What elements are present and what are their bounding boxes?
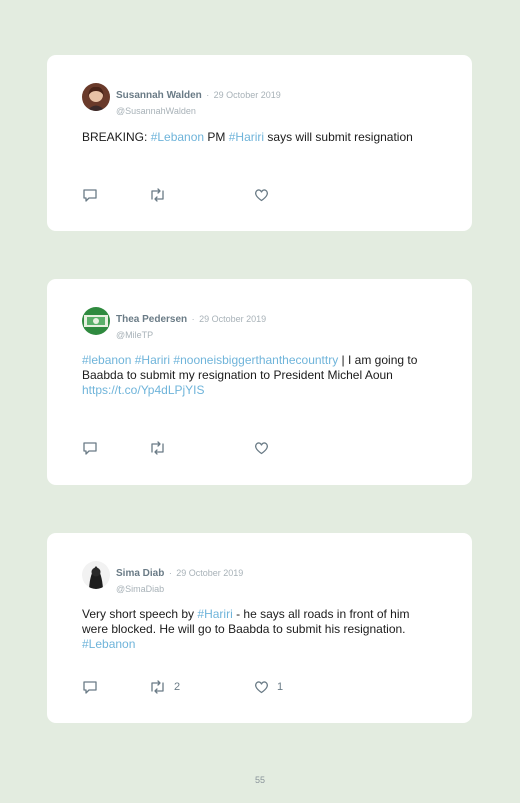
retweet-icon	[151, 188, 164, 202]
retweet-button[interactable]	[149, 441, 174, 455]
separator: ·	[191, 314, 195, 324]
hashtag-link[interactable]: #nooneisbiggerthanthecounttry	[173, 353, 338, 367]
hashtag-link[interactable]: #Hariri	[135, 353, 170, 367]
text-run: Very short speech by	[82, 607, 198, 621]
reply-icon	[83, 442, 97, 455]
retweet-button[interactable]: 2	[149, 680, 180, 694]
retweet-count: 2	[174, 681, 181, 693]
hashtag-link[interactable]: #Hariri	[229, 130, 264, 144]
like-button[interactable]	[254, 188, 277, 202]
like-icon	[255, 681, 268, 694]
like-icon	[255, 189, 268, 202]
reply-icon	[83, 189, 97, 202]
retweet-icon	[151, 441, 164, 455]
like-icon	[255, 442, 268, 455]
separator: ·	[168, 568, 172, 578]
tweet-text: #lebanon #Hariri #nooneisbiggerthantheco…	[82, 353, 432, 398]
avatar[interactable]	[82, 561, 110, 589]
text-run: BREAKING:	[82, 130, 151, 144]
tweet-text: BREAKING: #Lebanon PM #Hariri says will …	[82, 130, 432, 145]
hashtag-link[interactable]: #Lebanon	[151, 130, 204, 144]
reply-button[interactable]	[82, 441, 98, 455]
like-count: 1	[277, 681, 284, 693]
tweet-date: 29 October 2019	[213, 90, 281, 100]
tweet-card-2: Thea Pedersen · 29 October 2019 @MileTP …	[47, 279, 472, 485]
like-button[interactable]	[254, 441, 277, 455]
user-name[interactable]: Sima Diab	[116, 568, 164, 579]
retweet-icon	[151, 680, 164, 694]
tweet-date: 29 October 2019	[199, 314, 267, 324]
user-handle: @SusannahWalden	[116, 106, 196, 116]
reply-icon	[83, 681, 97, 694]
tweet-link[interactable]: https://t.co/Yp4dLPjYIS	[82, 383, 205, 397]
user-handle: @SimaDiab	[116, 584, 165, 594]
separator: ·	[206, 90, 210, 100]
retweet-button[interactable]	[149, 188, 174, 202]
text-run: PM	[204, 130, 229, 144]
hashtag-link[interactable]: #Lebanon	[82, 637, 135, 651]
avatar[interactable]	[82, 307, 110, 335]
user-name[interactable]: Susannah Walden	[116, 90, 202, 101]
tweet-card-1: Susannah Walden · 29 October 2019 @Susan…	[47, 55, 472, 231]
like-button[interactable]: 1	[254, 680, 283, 694]
tweet-text: Very short speech by #Hariri - he says a…	[82, 607, 432, 652]
avatar[interactable]	[82, 83, 110, 111]
user-handle: @MileTP	[116, 330, 154, 340]
tweet-card-3: Sima Diab · 29 October 2019 @SimaDiab Ve…	[47, 533, 472, 723]
reply-button[interactable]	[82, 188, 98, 202]
user-name[interactable]: Thea Pedersen	[116, 314, 187, 325]
text-run: says will submit resignation	[264, 130, 413, 144]
hashtag-link[interactable]: #Hariri	[197, 607, 232, 621]
reply-button[interactable]	[82, 680, 98, 694]
tweet-date: 29 October 2019	[176, 568, 244, 578]
page-number: 55	[254, 775, 265, 785]
hashtag-link[interactable]: #lebanon	[82, 353, 131, 367]
